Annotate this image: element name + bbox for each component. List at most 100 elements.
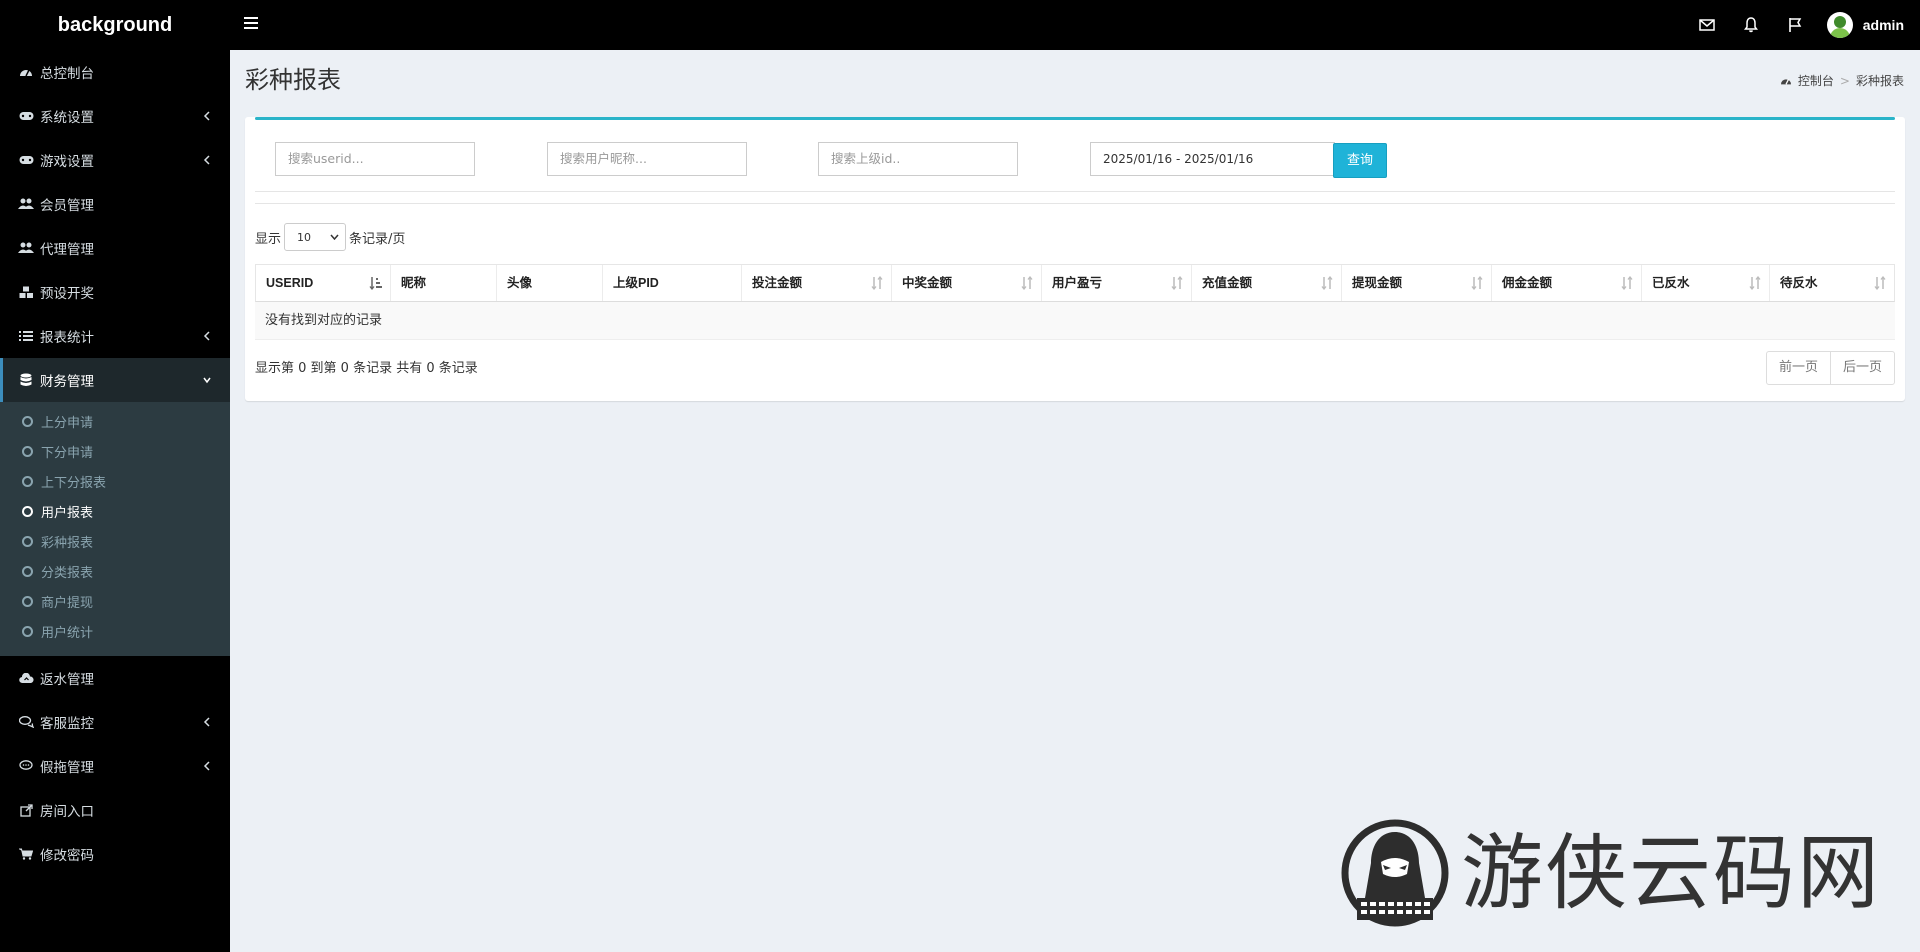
sidebar-item-label: 房间入口 xyxy=(40,804,94,820)
sidebar-item-label: 返水管理 xyxy=(40,672,94,688)
query-button[interactable]: 查询 xyxy=(1333,143,1387,178)
column-header-profit-loss[interactable]: 用户盈亏 xyxy=(1042,265,1192,301)
dashboard-icon xyxy=(18,65,34,79)
sidebar-item-label: 预设开奖 xyxy=(40,286,94,302)
sort-asc-icon xyxy=(369,277,382,290)
sidebar-item-finance[interactable]: 财务管理 xyxy=(0,358,230,402)
sidebar-item-support-monitor[interactable]: 客服监控 xyxy=(0,700,230,744)
column-label: 待反水 xyxy=(1780,276,1818,290)
sidebar-item-preset-draw[interactable]: 预设开奖 xyxy=(0,270,230,314)
breadcrumb-current: 彩种报表 xyxy=(1855,74,1904,88)
sort-icon xyxy=(1321,276,1333,290)
column-header-bet-amount[interactable]: 投注金额 xyxy=(742,265,892,301)
pagination: 前一页 后一页 xyxy=(1765,351,1895,385)
dashboard-icon xyxy=(1780,78,1791,85)
column-header-withdraw-amount[interactable]: 提现金额 xyxy=(1342,265,1492,301)
submenu-item[interactable]: 用户报表 xyxy=(0,496,230,526)
column-header-avatar[interactable]: 头像 xyxy=(497,265,603,301)
page-size-prefix: 显示 xyxy=(255,231,282,247)
sidebar-item-label: 客服监控 xyxy=(40,716,94,732)
page-title: 彩种报表 xyxy=(245,66,341,94)
page-size-value: 10 xyxy=(297,230,312,244)
finance-submenu: 上分申请 下分申请 上下分报表 用户报表 彩种报表 分类报表 商户提现 用户统计 xyxy=(0,402,230,656)
date-range-input[interactable]: 2025/01/16 - 2025/01/16 xyxy=(1090,142,1335,176)
column-header-parent-pid[interactable]: 上级PID xyxy=(603,265,742,301)
bell-icon[interactable] xyxy=(1742,16,1760,34)
breadcrumb-home-link[interactable]: 控制台 xyxy=(1798,72,1834,89)
sidebar-item-reports[interactable]: 报表统计 xyxy=(0,314,230,358)
submenu-item[interactable]: 彩种报表 xyxy=(0,526,230,556)
sidebar-item-label: 假拖管理 xyxy=(40,760,94,776)
sidebar-item-label: 会员管理 xyxy=(40,198,94,214)
sort-icon xyxy=(1621,276,1633,290)
circle-icon xyxy=(22,475,33,487)
divider xyxy=(255,203,1895,204)
report-panel: 搜索userid... 搜索用户昵称... 搜索上级id.. 2025/01/1… xyxy=(245,117,1905,401)
report-table: USERID 昵称 头像 上级PID 投注金额 中奖金额 用户盈亏 充值金额 提… xyxy=(255,264,1895,340)
submenu-item[interactable]: 用户统计 xyxy=(0,616,230,646)
sidebar-item-change-password[interactable]: 修改密码 xyxy=(0,832,230,876)
table-empty-row: 没有找到对应的记录 xyxy=(255,302,1895,340)
flag-icon[interactable] xyxy=(1786,16,1804,34)
envelope-icon[interactable] xyxy=(1698,16,1716,34)
userid-search-input[interactable]: 搜索userid... xyxy=(275,142,475,176)
page-size-suffix: 条记录/页 xyxy=(349,231,406,247)
sidebar-item-system-settings[interactable]: 系统设置 xyxy=(0,94,230,138)
breadcrumb-separator: > xyxy=(1839,73,1850,88)
column-label: 佣金金额 xyxy=(1502,276,1553,290)
sidebar-item-agents[interactable]: 代理管理 xyxy=(0,226,230,270)
submenu-item[interactable]: 上下分报表 xyxy=(0,466,230,496)
comment-icon xyxy=(18,759,34,773)
submenu-item-label: 商户提现 xyxy=(41,595,94,611)
page-size-select[interactable]: 10 xyxy=(284,223,347,251)
sort-icon xyxy=(1749,276,1761,290)
sidebar-item-dashboard[interactable]: 总控制台 xyxy=(0,50,230,94)
circle-icon xyxy=(22,445,33,457)
sort-icon xyxy=(1021,276,1033,290)
sidebar-item-label: 代理管理 xyxy=(40,242,94,258)
user-menu[interactable]: admin xyxy=(1826,12,1904,38)
panel-accent-bar xyxy=(255,117,1895,120)
top-navbar: background admin xyxy=(0,0,1920,50)
chevron-left-icon xyxy=(203,331,210,341)
column-label: 头像 xyxy=(507,276,533,290)
sidebar-item-room-entry[interactable]: 房间入口 xyxy=(0,788,230,832)
sidebar-item-fake-users[interactable]: 假拖管理 xyxy=(0,744,230,788)
column-header-userid[interactable]: USERID xyxy=(256,265,391,301)
nickname-search-input[interactable]: 搜索用户昵称... xyxy=(547,142,747,176)
submenu-item[interactable]: 上分申请 xyxy=(0,406,230,436)
column-header-recharge-amount[interactable]: 充值金额 xyxy=(1192,265,1342,301)
submenu-item[interactable]: 商户提现 xyxy=(0,586,230,616)
chevron-down-icon xyxy=(203,377,211,384)
column-label: 中奖金额 xyxy=(902,276,953,290)
user-name: admin xyxy=(1862,17,1904,33)
column-header-win-amount[interactable]: 中奖金额 xyxy=(892,265,1042,301)
circle-icon xyxy=(22,565,33,577)
sidebar-item-label: 总控制台 xyxy=(40,66,94,82)
submenu-item-label: 彩种报表 xyxy=(41,535,94,551)
chevron-left-icon xyxy=(203,761,210,771)
column-header-rebated[interactable]: 已反水 xyxy=(1642,265,1770,301)
sidebar-item-rebate[interactable]: 返水管理 xyxy=(0,656,230,700)
column-header-nickname[interactable]: 昵称 xyxy=(391,265,497,301)
sort-icon xyxy=(1874,276,1886,290)
chevron-left-icon xyxy=(203,717,210,727)
sidebar-item-label: 修改密码 xyxy=(40,848,94,864)
external-link-icon xyxy=(18,803,34,817)
column-header-pending-rebate[interactable]: 待反水 xyxy=(1770,265,1894,301)
gamepad-icon xyxy=(18,153,34,167)
prev-page-button[interactable]: 前一页 xyxy=(1767,352,1831,384)
brand-logo[interactable]: background xyxy=(0,0,230,50)
column-header-commission-amount[interactable]: 佣金金额 xyxy=(1492,265,1642,301)
next-page-button[interactable]: 后一页 xyxy=(1831,352,1894,384)
circle-icon xyxy=(22,505,33,517)
list-icon xyxy=(18,329,34,343)
submenu-item[interactable]: 下分申请 xyxy=(0,436,230,466)
sidebar-item-label: 系统设置 xyxy=(40,110,94,126)
parent-id-search-input[interactable]: 搜索上级id.. xyxy=(818,142,1018,176)
sidebar-item-game-settings[interactable]: 游戏设置 xyxy=(0,138,230,182)
sidebar-item-members[interactable]: 会员管理 xyxy=(0,182,230,226)
submenu-item-label: 下分申请 xyxy=(41,445,94,461)
submenu-item[interactable]: 分类报表 xyxy=(0,556,230,586)
sidebar-toggle-icon[interactable] xyxy=(244,17,258,31)
